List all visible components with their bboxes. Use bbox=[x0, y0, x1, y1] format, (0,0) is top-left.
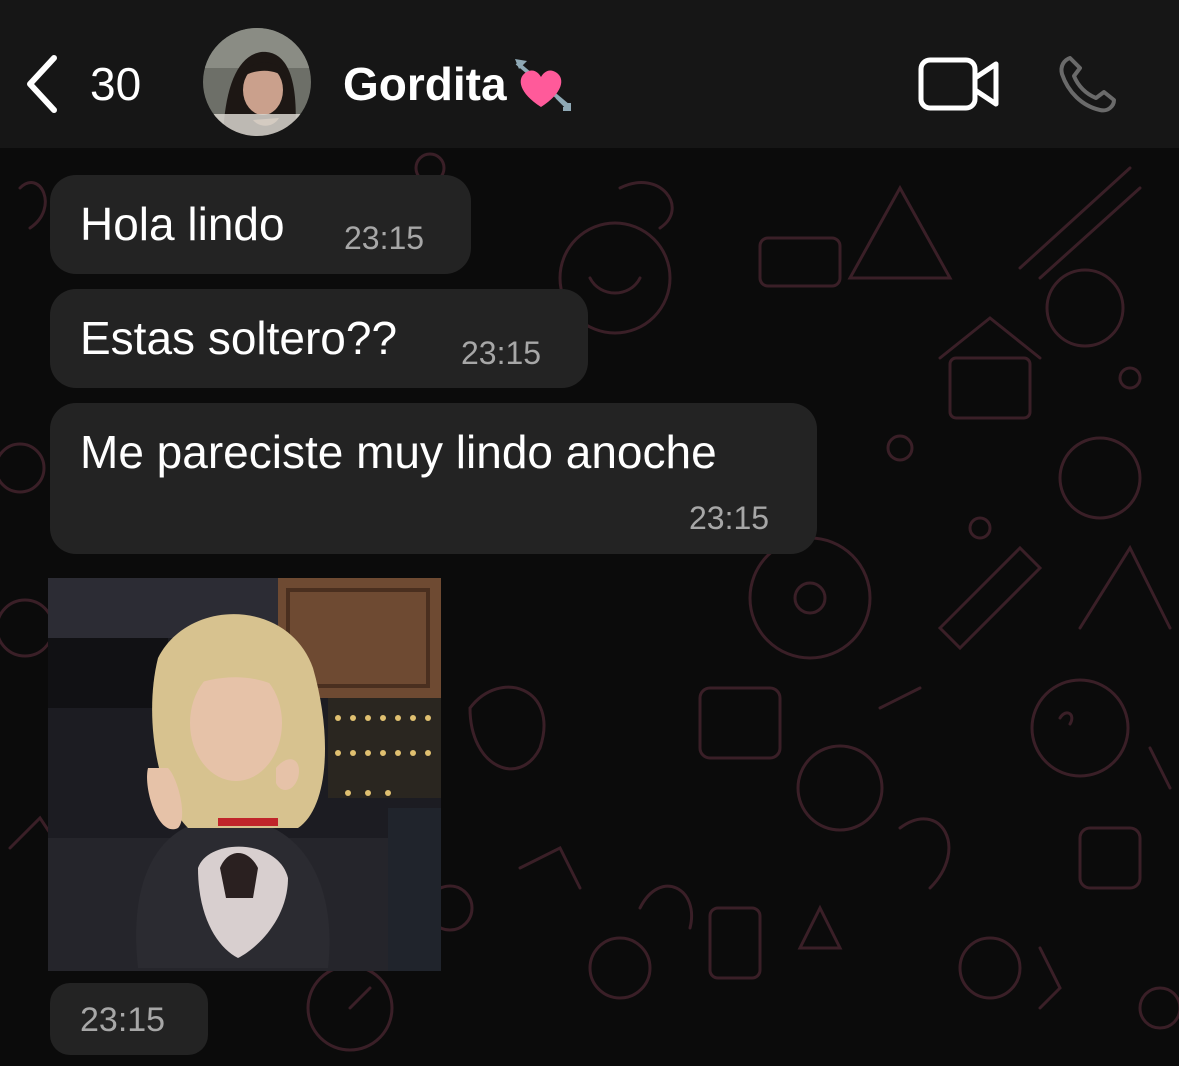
gif-timestamp-bubble: 23:15 bbox=[50, 983, 208, 1055]
message-time: 23:15 bbox=[344, 220, 425, 256]
message-text: Me pareciste muy lindo anoche bbox=[80, 426, 717, 478]
phone-icon bbox=[1056, 56, 1120, 120]
contact-name-text: Gordita bbox=[343, 58, 507, 110]
chat-header: 30 Gordita bbox=[0, 0, 1179, 148]
unread-count: 30 bbox=[90, 58, 142, 110]
chat-area[interactable]: Hola lindo 23:15 Estas soltero?? 23:15 M… bbox=[0, 148, 1179, 1066]
message-text: Estas soltero?? bbox=[80, 312, 398, 364]
gif-message-image[interactable] bbox=[48, 578, 441, 971]
video-call-button[interactable] bbox=[918, 56, 1000, 112]
message-bubble[interactable]: Estas soltero?? 23:15 bbox=[50, 289, 588, 388]
message-time: 23:15 bbox=[689, 500, 770, 536]
message-time: 23:15 bbox=[80, 1001, 166, 1039]
message-bubble[interactable]: Me pareciste muy lindo anoche 23:15 bbox=[50, 403, 817, 554]
chevron-left-icon bbox=[22, 54, 62, 114]
message-bubble[interactable]: Hola lindo 23:15 bbox=[50, 175, 471, 274]
video-camera-icon bbox=[918, 57, 1000, 116]
voice-call-button[interactable] bbox=[1056, 52, 1120, 116]
message-time: 23:15 bbox=[461, 335, 542, 371]
contact-avatar[interactable] bbox=[203, 28, 311, 136]
back-button[interactable]: 30 bbox=[22, 52, 162, 116]
message-text: Hola lindo bbox=[80, 198, 285, 250]
contact-name[interactable]: Gordita bbox=[343, 52, 574, 116]
heart-with-arrow-icon bbox=[513, 57, 574, 111]
